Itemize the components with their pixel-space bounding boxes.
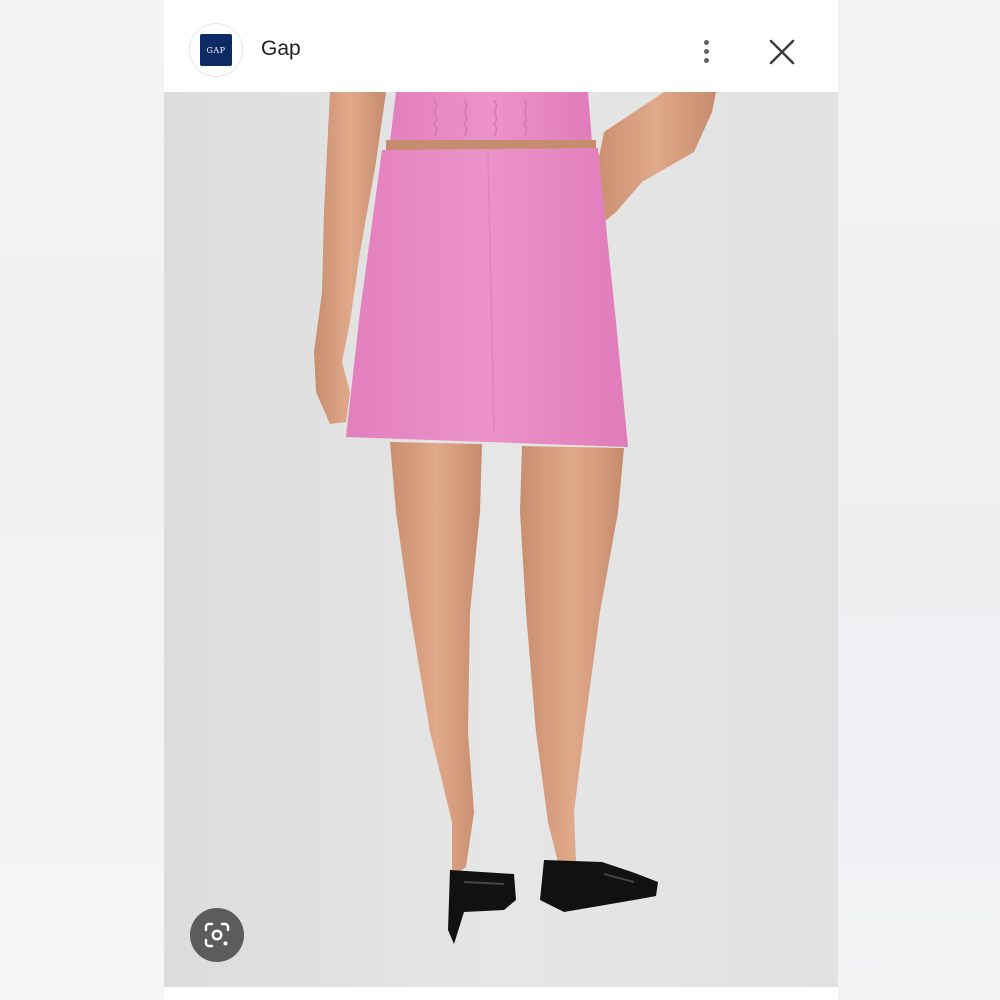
close-icon xyxy=(769,39,795,65)
gap-logo-icon: GAP xyxy=(200,34,232,66)
product-photo-illustration xyxy=(164,92,838,987)
right-backdrop xyxy=(838,0,1000,1000)
image-viewer-panel: GAP Gap xyxy=(164,0,838,1000)
lens-search-button[interactable] xyxy=(190,908,244,962)
pink-top xyxy=(390,92,592,142)
viewer-bottom-edge xyxy=(164,987,838,1000)
pink-mini-skirt xyxy=(346,148,628,447)
product-image[interactable] xyxy=(164,92,838,987)
left-backdrop xyxy=(0,0,164,1000)
google-lens-icon xyxy=(204,922,230,948)
more-options-button[interactable] xyxy=(690,30,722,72)
site-favicon[interactable]: GAP xyxy=(190,24,242,76)
logo-text: GAP xyxy=(206,45,226,55)
more-vert-icon xyxy=(703,39,709,45)
site-name[interactable]: Gap xyxy=(261,37,301,61)
viewer-header: GAP Gap xyxy=(164,0,838,92)
close-button[interactable] xyxy=(762,32,802,72)
